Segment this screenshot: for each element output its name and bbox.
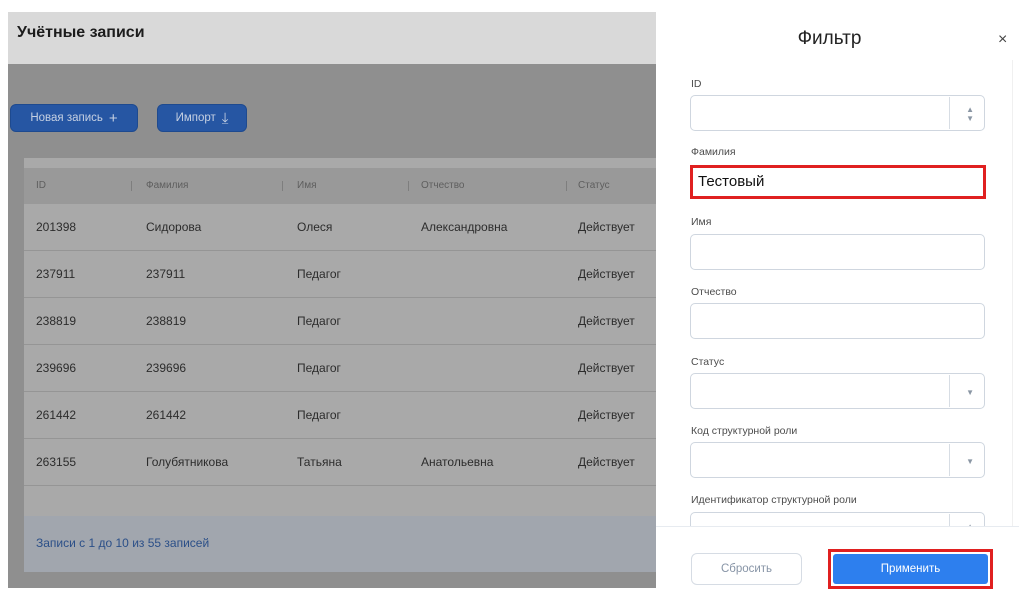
column-header-surname[interactable]: Фамилия <box>146 168 188 204</box>
table-footer: Записи с 1 до 10 из 55 записей <box>24 516 656 572</box>
surname-label: Фамилия <box>691 146 736 158</box>
apply-button[interactable]: Применить <box>833 554 988 584</box>
cell-surname: 261442 <box>146 408 187 422</box>
cell-name: Педагог <box>297 361 341 375</box>
cell-patronymic: Александровна <box>421 220 508 234</box>
role-code-select[interactable]: ▼ <box>690 442 985 478</box>
id-field[interactable]: ▲ ▼ <box>690 95 985 131</box>
cell-name: Педагог <box>297 408 341 422</box>
new-record-button[interactable]: Новая запись + <box>10 104 138 132</box>
cell-status: Действует <box>578 314 635 328</box>
cell-status: Действует <box>578 408 635 422</box>
cell-id: 238819 <box>36 314 77 328</box>
cell-name: Олеся <box>297 220 333 234</box>
stepper-divider <box>949 97 950 129</box>
cell-name: Педагог <box>297 314 341 328</box>
chevron-down-icon: ▼ <box>966 457 974 466</box>
select-divider <box>949 375 950 407</box>
surname-value: Тестовый <box>698 173 765 190</box>
column-header-patronymic[interactable]: Отчество <box>421 168 464 204</box>
name-field[interactable] <box>690 234 985 270</box>
cell-surname: 239696 <box>146 361 187 375</box>
page-title: Учётные записи <box>17 24 145 41</box>
download-icon: ⤓ <box>221 109 229 127</box>
cell-name: Педагог <box>297 267 341 281</box>
page-header: Учётные записи <box>8 12 656 64</box>
column-separator <box>131 181 132 191</box>
table-row[interactable]: 261442 261442 Педагог Действует <box>24 392 656 439</box>
table-row[interactable]: 263155 Голубятникова Татьяна Анатольевна… <box>24 439 656 486</box>
cell-id: 237911 <box>36 267 76 281</box>
name-label: Имя <box>691 216 712 228</box>
role-id-label: Идентификатор структурной роли <box>691 494 857 506</box>
status-select[interactable]: ▼ <box>690 373 985 409</box>
column-header-status[interactable]: Статус <box>578 168 610 204</box>
pagination-info: Записи с 1 до 10 из 55 записей <box>36 536 210 550</box>
stepper-down-icon[interactable]: ▼ <box>966 115 974 123</box>
filter-panel: Фильтр × ID ▲ ▼ Фамилия Тестовый Имя Отч… <box>656 0 1019 592</box>
cell-surname: 237911 <box>146 267 186 281</box>
column-header-id[interactable]: ID <box>36 168 46 204</box>
cell-patronymic: Анатольевна <box>421 455 494 469</box>
cell-status: Действует <box>578 361 635 375</box>
patronymic-field[interactable] <box>690 303 985 339</box>
cell-name: Татьяна <box>297 455 342 469</box>
table-row[interactable]: 239696 239696 Педагог Действует <box>24 345 656 392</box>
cell-id: 239696 <box>36 361 77 375</box>
select-divider <box>949 444 950 476</box>
reset-button[interactable]: Сбросить <box>691 553 802 585</box>
surname-field[interactable]: Тестовый <box>690 165 986 199</box>
cell-status: Действует <box>578 220 635 234</box>
cell-id: 263155 <box>36 455 77 469</box>
close-icon[interactable]: × <box>998 31 1007 49</box>
cell-id: 261442 <box>36 408 77 422</box>
table-row[interactable]: 201398 Сидорова Олеся Александровна Дейс… <box>24 204 656 251</box>
new-record-label: Новая запись <box>30 112 103 124</box>
chevron-down-icon: ▼ <box>966 388 974 397</box>
table-header: ID Фамилия Имя Отчество Статус <box>24 168 656 204</box>
column-separator <box>408 181 409 191</box>
cell-id: 201398 <box>36 220 77 234</box>
apply-highlight: Применить <box>828 549 993 589</box>
column-separator <box>282 181 283 191</box>
role-code-label: Код структурной роли <box>691 425 798 437</box>
filter-title: Фильтр <box>797 28 862 49</box>
cell-status: Действует <box>578 455 635 469</box>
plus-icon: + <box>108 109 118 127</box>
id-label: ID <box>691 78 702 90</box>
column-header-name[interactable]: Имя <box>297 168 316 204</box>
cell-surname: Голубятникова <box>146 455 229 469</box>
cell-surname: 238819 <box>146 314 187 328</box>
scrollbar[interactable] <box>1012 60 1013 526</box>
table-row[interactable]: 237911 237911 Педагог Действует <box>24 251 656 298</box>
stepper-up-icon[interactable]: ▲ <box>966 106 974 114</box>
import-label: Импорт <box>175 112 216 124</box>
cell-surname: Сидорова <box>146 220 202 234</box>
status-label: Статус <box>691 356 725 368</box>
patronymic-label: Отчество <box>691 286 737 298</box>
table-row[interactable]: 238819 238819 Педагог Действует <box>24 298 656 345</box>
import-button[interactable]: Импорт ⤓ <box>157 104 247 132</box>
cell-status: Действует <box>578 267 635 281</box>
accounts-table: ID Фамилия Имя Отчество Статус 201398 Си… <box>24 158 656 572</box>
column-separator <box>566 181 567 191</box>
filter-footer: Сбросить Применить <box>656 526 1019 592</box>
